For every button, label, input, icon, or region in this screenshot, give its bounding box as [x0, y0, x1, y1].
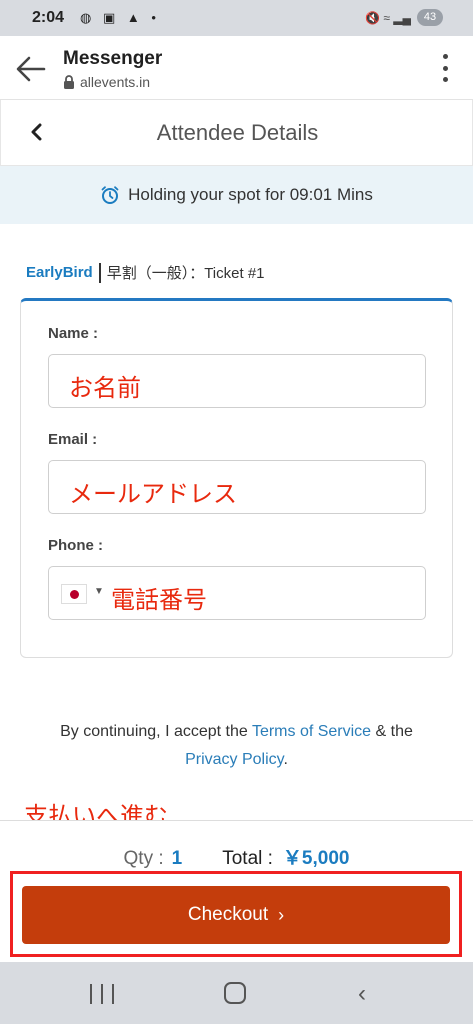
email-field[interactable]: メールアドレス	[48, 460, 426, 514]
page-header: Attendee Details	[0, 100, 473, 166]
browser-url: allevents.in	[80, 74, 151, 90]
status-time: 2:04	[32, 9, 65, 26]
terms-prefix: By continuing, I accept the	[60, 723, 252, 740]
privacy-policy-link[interactable]: Privacy Policy	[185, 751, 283, 768]
status-right: 🔇 ≈ ▂▄ 43	[365, 9, 443, 26]
japan-flag-icon[interactable]	[61, 584, 87, 604]
ticket-description: 早割（一般）：Ticket #1	[106, 265, 265, 282]
phone-field[interactable]: ▼ 電話番号	[48, 566, 426, 620]
attendee-form: Name : お名前 Email : メールアドレス Phone : ▼ 電話番…	[20, 298, 453, 658]
caret-down-icon[interactable]: ▼	[94, 586, 104, 597]
qty-value: 1	[171, 848, 183, 869]
terms-text: By continuing, I accept the Terms of Ser…	[0, 718, 473, 774]
page-title: Attendee Details	[156, 120, 319, 145]
name-field-value: お名前	[69, 375, 141, 402]
checkout-button[interactable]: Checkout ›	[22, 886, 450, 944]
timer-text: Holding your spot for 09:01 Mins	[128, 185, 373, 204]
lock-icon	[64, 75, 74, 89]
ticket-name: EarlyBird	[26, 264, 93, 281]
browser-title: Messenger	[63, 48, 163, 69]
status-bar: 2:04 ◍ ▣ ▲ • 🔇 ≈ ▂▄ 43	[0, 0, 473, 36]
terms-of-service-link[interactable]: Terms of Service	[252, 723, 371, 740]
home-icon[interactable]	[224, 982, 246, 1004]
chevron-right-icon: ›	[278, 904, 285, 925]
checkout-highlight: Checkout ›	[10, 871, 462, 957]
recents-icon[interactable]	[90, 984, 114, 1004]
email-label: Email :	[48, 431, 98, 448]
notification-icons: ◍ ▣ ▲ •	[80, 10, 160, 25]
url-row: allevents.in	[63, 74, 150, 90]
checkout-bar: Qty : 1 Total : ￥5,000 Checkout ›	[0, 820, 473, 960]
checkout-label: Checkout	[187, 904, 269, 925]
phone-field-value: 電話番号	[111, 587, 207, 614]
more-options-icon[interactable]	[441, 54, 449, 82]
name-label: Name :	[48, 325, 99, 342]
back-arrow-icon[interactable]	[14, 52, 48, 86]
browser-bar: Messenger allevents.in	[0, 36, 473, 100]
system-nav-bar: ‹	[0, 962, 473, 1024]
total-value: ￥5,000	[282, 848, 350, 869]
email-field-value: メールアドレス	[69, 481, 237, 508]
order-summary: Qty : 1 Total : ￥5,000	[0, 843, 473, 870]
terms-mid: & the	[371, 723, 413, 740]
total-label: Total :	[222, 848, 273, 869]
timer-banner: Holding your spot for 09:01 Mins	[0, 166, 473, 224]
name-field[interactable]: お名前	[48, 354, 426, 408]
battery-icon: 43	[417, 9, 443, 26]
qty-label: Qty :	[123, 848, 164, 869]
ticket-line: EarlyBird 早割（一般）：Ticket #1	[26, 262, 265, 283]
signal-icons: 🔇 ≈ ▂▄	[365, 10, 411, 25]
terms-suffix: .	[283, 751, 288, 768]
alarm-clock-icon	[101, 186, 119, 204]
phone-label: Phone :	[48, 537, 103, 554]
system-back-icon[interactable]: ‹	[358, 980, 366, 1008]
ticket-divider	[98, 262, 101, 283]
